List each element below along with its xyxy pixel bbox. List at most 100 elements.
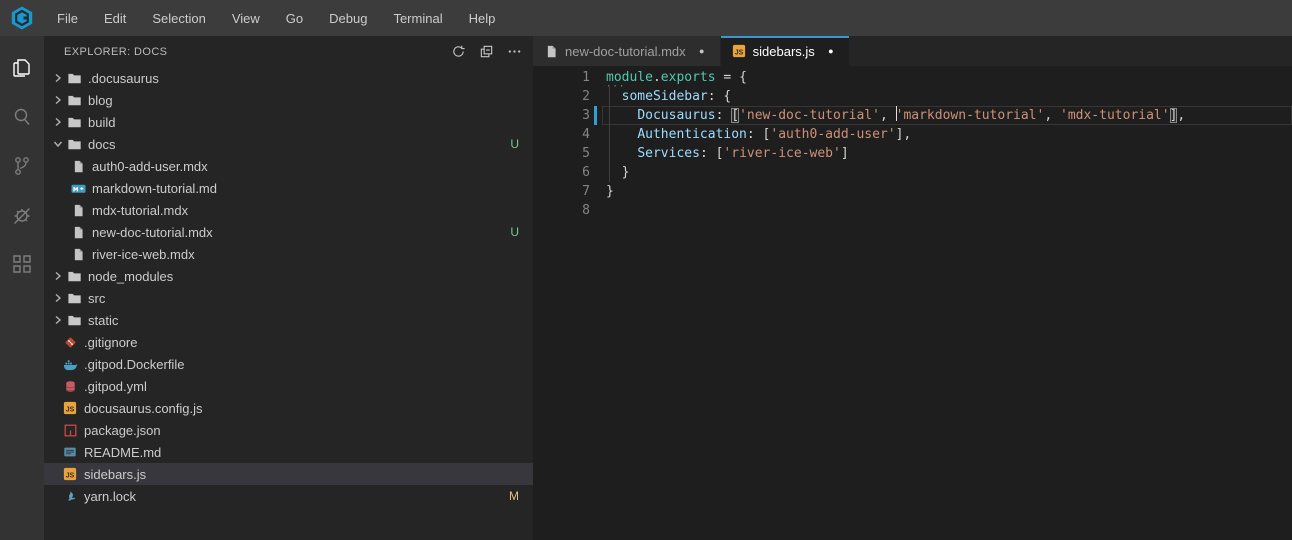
tree-item-node-modules[interactable]: node_modules: [44, 265, 533, 287]
chevron-right-icon: [50, 114, 66, 130]
indent-guide: [609, 144, 610, 163]
modified-dot-icon[interactable]: ●: [694, 43, 710, 59]
explorer-header: EXPLORER: DOCS: [44, 36, 533, 67]
app-window: File Edit Selection View Go Debug Terminal Help…: [0, 0, 1292, 540]
svg-text:JS: JS: [66, 407, 75, 414]
code-line-8[interactable]: 8: [533, 201, 1292, 220]
yaml-icon: [62, 378, 78, 394]
activity-debug-icon[interactable]: [0, 193, 44, 242]
token: Docusaurus: [637, 108, 716, 123]
tree-item-package.json[interactable]: package.json: [44, 419, 533, 441]
line-number[interactable]: 4: [533, 125, 590, 144]
git-icon: [62, 334, 78, 350]
tree-item-yarn.lock[interactable]: yarn.lock M: [44, 485, 533, 507]
menu-file[interactable]: File: [44, 0, 91, 36]
gutter: [590, 144, 606, 163]
file-icon: [70, 202, 86, 218]
gutter: [590, 163, 606, 182]
tree-item-label: docs: [88, 136, 116, 152]
menu-debug[interactable]: Debug: [316, 0, 380, 36]
tree-item-label: markdown-tutorial.md: [92, 180, 217, 196]
line-number[interactable]: 8: [533, 201, 590, 220]
tree-item-src[interactable]: src: [44, 287, 533, 309]
chevron-right-icon: [50, 290, 66, 306]
menu-edit[interactable]: Edit: [91, 0, 139, 36]
debug-icon: [10, 203, 34, 232]
tree-item-static[interactable]: static: [44, 309, 533, 331]
collapse-folders-icon[interactable]: [477, 43, 495, 61]
line-number[interactable]: 3: [533, 106, 590, 125]
tree-item-markdown-tutorial.md[interactable]: markdown-tutorial.md: [44, 177, 533, 199]
tree-item-docs[interactable]: docs U: [44, 133, 533, 155]
tree-item-label: src: [88, 290, 106, 306]
folder-icon: [66, 312, 82, 328]
git-status-badge: U: [510, 137, 519, 151]
extensions-icon: [10, 252, 34, 281]
tree-item-build[interactable]: build: [44, 111, 533, 133]
tree-item-label: node_modules: [88, 268, 174, 284]
token: [: [731, 108, 740, 123]
tree-item-label: auth0-add-user.mdx: [92, 158, 208, 174]
folder-icon: [66, 114, 82, 130]
tree-item-mdx-tutorial.mdx[interactable]: mdx-tutorial.mdx: [44, 199, 533, 221]
line-number[interactable]: 2: [533, 87, 590, 106]
code-line-7[interactable]: 7}: [533, 182, 1292, 201]
menu-go[interactable]: Go: [273, 0, 316, 36]
activity-extensions-icon[interactable]: [0, 242, 44, 291]
token: 'mdx-tutorial': [1060, 108, 1170, 123]
tree-item-readme.md[interactable]: README.md: [44, 441, 533, 463]
line-number[interactable]: 5: [533, 144, 590, 163]
file-icon: [70, 224, 86, 240]
markdown-icon: [70, 180, 86, 196]
code-editor[interactable]: 1 module.exports = {··· 2 someSidebar: {3 …: [533, 66, 1292, 540]
code-line-1[interactable]: 1 module.exports = {···: [533, 68, 1292, 92]
more-actions-icon[interactable]: [505, 43, 523, 61]
tab-sidebars.js[interactable]: JS sidebars.js ●: [720, 36, 850, 66]
refresh-icon[interactable]: [449, 43, 467, 61]
tree-item-.docusaurus[interactable]: .docusaurus: [44, 67, 533, 89]
tree-item-label: .docusaurus: [88, 70, 159, 86]
tree-item-docusaurus.config.js[interactable]: JS docusaurus.config.js: [44, 397, 533, 419]
code-line-2[interactable]: 2 someSidebar: {: [533, 87, 1292, 106]
token: : [: [746, 127, 771, 142]
modified-dot-icon[interactable]: ●: [823, 43, 839, 59]
activity-explorer-icon[interactable]: [0, 46, 44, 95]
menu-terminal[interactable]: Terminal: [380, 0, 455, 36]
tree-item-.gitignore[interactable]: .gitignore: [44, 331, 533, 353]
explorer-actions: [449, 43, 523, 61]
tree-item-new-doc-tutorial.mdx[interactable]: new-doc-tutorial.mdx U: [44, 221, 533, 243]
line-number[interactable]: 6: [533, 163, 590, 182]
token: }: [606, 184, 614, 199]
menu-help[interactable]: Help: [456, 0, 509, 36]
tree-item-label: new-doc-tutorial.mdx: [92, 224, 213, 240]
code-line-6[interactable]: 6 }: [533, 163, 1292, 182]
line-number[interactable]: 7: [533, 182, 590, 201]
tree-item-label: river-ice-web.mdx: [92, 246, 195, 262]
gutter-modified-indicator: [594, 106, 597, 125]
tree-item-label: .gitignore: [84, 334, 138, 350]
code-line-4[interactable]: 4 Authentication: ['auth0-add-user'],: [533, 125, 1292, 144]
tree-item-sidebars.js[interactable]: JS sidebars.js: [44, 463, 533, 485]
activity-source-control-icon[interactable]: [0, 144, 44, 193]
code-line-5[interactable]: 5 Services: ['river-ice-web']: [533, 144, 1292, 163]
code-line-3[interactable]: 3 Docusaurus: ['new-doc-tutorial', 'mark…: [533, 106, 1292, 125]
tab-bar: new-doc-tutorial.mdx ● JS sidebars.js ●: [533, 36, 1292, 66]
tree-item-label: docusaurus.config.js: [84, 400, 203, 416]
activity-search-icon[interactable]: [0, 95, 44, 144]
tree-item-.gitpod.yml[interactable]: .gitpod.yml: [44, 375, 533, 397]
token: : [: [699, 146, 724, 161]
tree-item-blog[interactable]: blog: [44, 89, 533, 111]
menu-view[interactable]: View: [219, 0, 273, 36]
tree-item-river-ice-web.mdx[interactable]: river-ice-web.mdx: [44, 243, 533, 265]
line-number[interactable]: 1: [533, 68, 590, 87]
menubar: File Edit Selection View Go Debug Terminal Help: [0, 0, 1292, 36]
tree-item-.gitpod.dockerfile[interactable]: .gitpod.Dockerfile: [44, 353, 533, 375]
npm-icon: [62, 422, 78, 438]
docker-icon: [62, 356, 78, 372]
tab-new-doc-tutorial.mdx[interactable]: new-doc-tutorial.mdx ●: [533, 36, 721, 66]
menu-selection[interactable]: Selection: [139, 0, 218, 36]
tree-item-label: mdx-tutorial.mdx: [92, 202, 189, 218]
tree-item-auth0-add-user.mdx[interactable]: auth0-add-user.mdx: [44, 155, 533, 177]
code-text: Docusaurus: ['new-doc-tutorial', 'markdo…: [602, 106, 1292, 125]
